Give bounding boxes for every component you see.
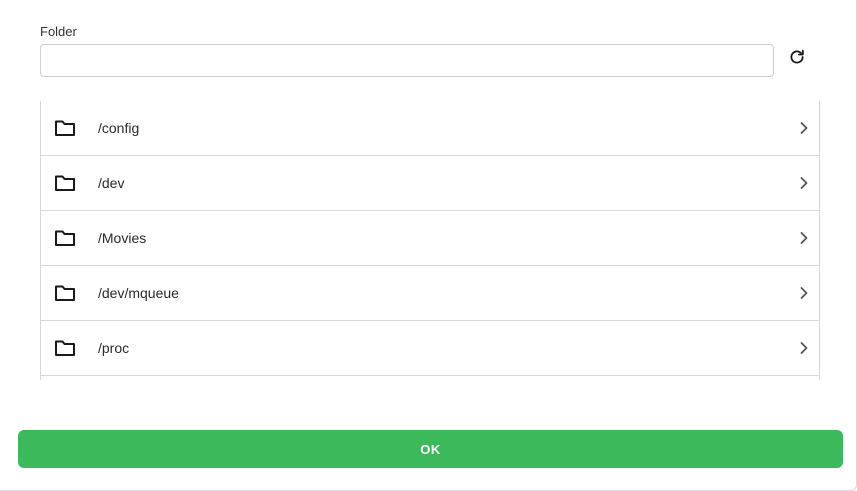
- folder-path-input[interactable]: [40, 44, 774, 77]
- folder-list: /config /dev /Movies /dev/mqueue /proc: [40, 101, 820, 380]
- folder-icon: [55, 175, 75, 191]
- list-item-partial[interactable]: [41, 376, 819, 380]
- folder-item-label: /dev/mqueue: [98, 285, 179, 301]
- list-item[interactable]: /dev: [41, 156, 819, 211]
- folder-icon: [55, 120, 75, 136]
- folder-item-label: /Movies: [98, 230, 147, 246]
- chevron-right-icon: [800, 232, 808, 244]
- list-item[interactable]: /config: [41, 101, 819, 156]
- refresh-button[interactable]: [784, 44, 810, 70]
- folder-icon: [55, 285, 75, 301]
- list-item[interactable]: /proc: [41, 321, 819, 376]
- folder-icon: [55, 340, 75, 356]
- chevron-right-icon: [800, 342, 808, 354]
- list-item[interactable]: /Movies: [41, 211, 819, 266]
- folder-icon: [55, 230, 75, 246]
- folder-picker-dialog: Folder /config /dev /Movies /dev/mqueue …: [0, 0, 857, 491]
- chevron-right-icon: [800, 177, 808, 189]
- refresh-icon: [790, 49, 804, 64]
- ok-button[interactable]: OK: [18, 430, 843, 468]
- chevron-right-icon: [800, 122, 808, 134]
- chevron-right-icon: [800, 287, 808, 299]
- folder-item-label: /dev: [98, 175, 125, 191]
- folder-item-label: /config: [98, 120, 140, 136]
- folder-item-label: /proc: [98, 340, 130, 356]
- list-item[interactable]: /dev/mqueue: [41, 266, 819, 321]
- folder-field-label: Folder: [40, 24, 77, 39]
